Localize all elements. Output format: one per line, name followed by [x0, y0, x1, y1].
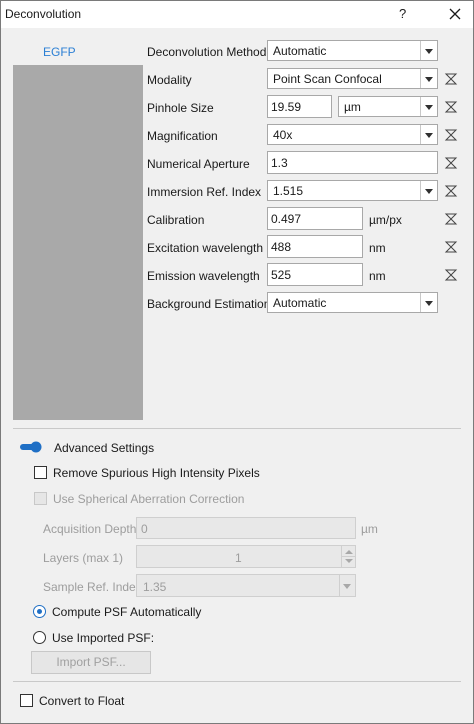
- method-label: Deconvolution Method: [147, 45, 267, 59]
- title-bar: Deconvolution ?: [1, 1, 473, 28]
- chevron-down-icon: [420, 41, 437, 60]
- psf-import-label: Use Imported PSF:: [52, 631, 155, 645]
- sample-ri-select: 1.35: [136, 574, 356, 597]
- background-value: Automatic: [273, 296, 327, 310]
- acquisition-depth-value: 0: [141, 522, 148, 536]
- psf-auto-label: Compute PSF Automatically: [52, 605, 202, 619]
- layers-stepper: [341, 546, 356, 567]
- emission-input[interactable]: 525: [267, 263, 363, 286]
- remove-spurious-label: Remove Spurious High Intensity Pixels: [53, 466, 260, 480]
- magnification-select[interactable]: 40x: [267, 124, 438, 145]
- modality-value: Point Scan Confocal: [273, 72, 382, 86]
- method-select[interactable]: Automatic: [267, 40, 438, 61]
- spherical-aberration-label: Use Spherical Aberration Correction: [53, 492, 245, 506]
- pinhole-input[interactable]: 19.59: [267, 95, 332, 118]
- chevron-down-icon: [420, 293, 437, 312]
- reset-pinhole-icon[interactable]: [444, 100, 458, 114]
- channel-preview: [13, 65, 143, 420]
- calibration-input[interactable]: 0.497: [267, 207, 363, 230]
- divider: [13, 681, 461, 682]
- acquisition-depth-label: Acquisition Depth: [43, 522, 137, 536]
- convert-float-checkbox[interactable]: [20, 694, 33, 707]
- chevron-down-icon: [420, 181, 437, 200]
- close-icon: [449, 8, 461, 20]
- chevron-down-icon: [420, 69, 437, 88]
- pinhole-unit-select[interactable]: µm: [338, 96, 438, 117]
- chevron-down-icon: [339, 575, 351, 596]
- layers-spinbox: 1: [136, 545, 356, 568]
- advanced-toggle-switch[interactable]: [20, 441, 42, 453]
- excitation-value: 488: [271, 240, 292, 254]
- layers-value: 1: [235, 551, 242, 565]
- background-label: Background Estimation: [147, 297, 271, 311]
- reset-magnification-icon[interactable]: [444, 128, 458, 142]
- reset-emission-icon[interactable]: [444, 268, 458, 282]
- excitation-label: Excitation wavelength: [147, 241, 264, 255]
- sample-ri-label: Sample Ref. Index: [43, 580, 142, 594]
- modality-select[interactable]: Point Scan Confocal: [267, 68, 438, 89]
- chevron-down-icon: [420, 125, 437, 144]
- advanced-settings-label: Advanced Settings: [54, 441, 155, 455]
- remove-spurious-checkbox[interactable]: [34, 466, 47, 479]
- na-input[interactable]: 1.3: [267, 151, 438, 174]
- reset-calibration-icon[interactable]: [444, 212, 458, 226]
- na-label: Numerical Aperture: [147, 157, 250, 171]
- chevron-down-icon: [420, 97, 437, 116]
- divider: [13, 428, 461, 429]
- layers-label: Layers (max 1): [43, 551, 124, 565]
- reset-modality-icon[interactable]: [444, 72, 458, 86]
- psf-import-radio[interactable]: [33, 631, 46, 644]
- reset-na-icon[interactable]: [444, 156, 458, 170]
- sample-ri-value: 1.35: [143, 580, 167, 594]
- calibration-unit: µm/px: [369, 213, 402, 227]
- pinhole-value: 19.59: [271, 100, 302, 114]
- stepper-arrows-icon: [342, 550, 356, 563]
- deconvolution-dialog: Deconvolution ? EGFP Deconvolution Metho…: [0, 0, 474, 724]
- reset-excitation-icon[interactable]: [444, 240, 458, 254]
- immersion-label: Immersion Ref. Index: [147, 185, 262, 199]
- close-button[interactable]: [437, 1, 473, 28]
- calibration-value: 0.497: [271, 212, 302, 226]
- excitation-unit: nm: [369, 241, 386, 255]
- channel-name[interactable]: EGFP: [43, 45, 76, 59]
- import-psf-button: Import PSF...: [31, 651, 151, 674]
- immersion-select[interactable]: 1.515: [267, 180, 438, 201]
- modality-label: Modality: [147, 73, 192, 87]
- magnification-label: Magnification: [147, 129, 218, 143]
- method-value: Automatic: [273, 44, 327, 58]
- help-button[interactable]: ?: [399, 6, 406, 21]
- spherical-aberration-checkbox: [34, 492, 47, 505]
- pinhole-unit: µm: [344, 100, 361, 114]
- convert-float-label: Convert to Float: [39, 694, 125, 708]
- background-select[interactable]: Automatic: [267, 292, 438, 313]
- emission-unit: nm: [369, 269, 386, 283]
- calibration-label: Calibration: [147, 213, 205, 227]
- emission-value: 525: [271, 268, 292, 282]
- acquisition-depth-unit: µm: [361, 522, 378, 536]
- na-value: 1.3: [271, 156, 288, 170]
- pinhole-label: Pinhole Size: [147, 101, 214, 115]
- window-title: Deconvolution: [5, 7, 82, 21]
- excitation-input[interactable]: 488: [267, 235, 363, 258]
- acquisition-depth-input: 0: [136, 517, 356, 539]
- magnification-value: 40x: [273, 128, 293, 142]
- reset-immersion-icon[interactable]: [444, 184, 458, 198]
- immersion-value: 1.515: [273, 184, 304, 198]
- emission-label: Emission wavelength: [147, 269, 260, 283]
- psf-auto-radio[interactable]: [33, 605, 46, 618]
